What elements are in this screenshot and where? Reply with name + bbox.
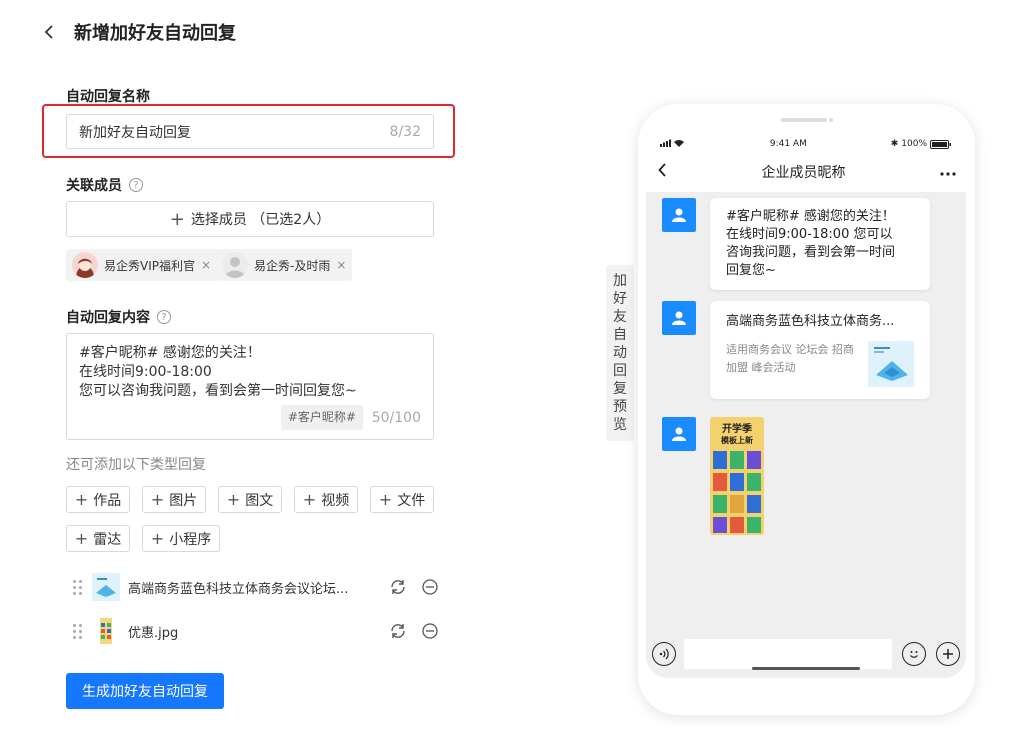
refresh-icon[interactable]	[388, 577, 408, 597]
attachment-name: 高端商务蓝色科技立体商务会议论坛...	[128, 581, 349, 597]
add-article-button[interactable]: + 图文	[218, 486, 282, 513]
add-miniprogram-button[interactable]: + 小程序	[142, 525, 220, 552]
content-counter: 50/100	[371, 410, 421, 426]
remove-icon[interactable]: ×	[336, 258, 346, 272]
add-works-button[interactable]: + 作品	[66, 486, 130, 513]
drag-handle-icon[interactable]	[73, 623, 85, 639]
member-name: 易企秀-及时雨	[254, 258, 331, 273]
avatar	[222, 252, 248, 278]
back-icon[interactable]	[658, 163, 667, 181]
status-time: 9:41 AM	[769, 139, 807, 149]
user-avatar-icon	[662, 301, 696, 335]
remove-icon[interactable]: ×	[201, 258, 211, 272]
add-radar-button[interactable]: + 雷达	[66, 525, 130, 552]
chat-input-bar	[646, 630, 966, 678]
svg-text:模板上新: 模板上新	[721, 435, 753, 445]
text-bubble: #客户昵称# 感谢您的关注！ 在线时间9:00-18:00 您可以 咨询我问题，…	[710, 198, 930, 290]
plus-icon: +	[169, 208, 185, 230]
highlight-box	[42, 104, 455, 158]
emoji-icon[interactable]	[902, 642, 926, 666]
add-icon[interactable]	[936, 642, 960, 666]
help-icon[interactable]: ?	[129, 178, 143, 192]
add-image-button[interactable]: + 图片	[142, 486, 206, 513]
attachment-item: 高端商务蓝色科技立体商务会议论坛...	[70, 572, 440, 602]
more-icon[interactable]	[940, 164, 956, 180]
attachment-thumbnail	[92, 573, 120, 601]
card-thumbnail	[868, 341, 914, 387]
attachment-item: 优惠.jpg	[70, 616, 440, 646]
avatar	[72, 252, 98, 278]
refresh-icon[interactable]	[388, 621, 408, 641]
attachment-thumbnail	[92, 617, 120, 645]
page-header: 新增加好友自动回复	[44, 18, 236, 46]
chat-header: 企业成员昵称	[646, 152, 966, 192]
member-chip: 易企秀VIP福利官 ×	[66, 249, 218, 281]
chat-message: #客户昵称# 感谢您的关注！ 在线时间9:00-18:00 您可以 咨询我问题，…	[662, 198, 930, 290]
svg-text:开学季: 开学季	[722, 422, 753, 435]
poster-image[interactable]: 开学季 模板上新	[710, 417, 764, 535]
phone-preview: 9:41 AM ✱ 100% 企业成员昵称 #客户昵称# 感谢您的关注！ 在线时间…	[638, 104, 975, 715]
select-members-button[interactable]: + 选择成员 （已选2人）	[66, 201, 434, 237]
chat-title: 企业成员昵称	[761, 165, 846, 181]
add-file-button[interactable]: + 文件	[370, 486, 434, 513]
submit-button[interactable]: 生成加好友自动回复	[66, 673, 224, 709]
card-description: 适用商务会议 论坛会 招商加盟 峰会活动	[726, 343, 854, 374]
battery-status: ✱ 100%	[891, 139, 952, 149]
member-name: 易企秀VIP福利官	[104, 258, 195, 273]
chat-input[interactable]	[684, 639, 892, 669]
remove-circle-icon[interactable]	[420, 621, 440, 641]
add-hint: 还可添加以下类型回复	[66, 457, 206, 473]
user-avatar-icon	[662, 417, 696, 451]
content-label: 自动回复内容 ?	[66, 307, 171, 327]
help-icon[interactable]: ?	[157, 310, 171, 324]
drag-handle-icon[interactable]	[73, 579, 85, 595]
attachment-name: 优惠.jpg	[128, 625, 179, 641]
member-chip: 易企秀-及时雨 ×	[216, 249, 353, 281]
voice-icon[interactable]	[652, 642, 676, 666]
chat-message: 高端商务蓝色科技立体商务... 适用商务会议 论坛会 招商加盟 峰会活动	[662, 301, 930, 399]
insert-nickname-tag[interactable]: #客户昵称#	[280, 405, 363, 430]
signal-icon	[660, 139, 686, 150]
user-avatar-icon	[662, 198, 696, 232]
content-textarea[interactable]: #客户昵称# 感谢您的关注！ 在线时间9:00-18:00 您可以咨询我问题，看…	[66, 333, 434, 440]
card-title: 高端商务蓝色科技立体商务...	[726, 314, 895, 329]
remove-circle-icon[interactable]	[420, 577, 440, 597]
status-bar: 9:41 AM ✱ 100%	[646, 136, 966, 152]
page-title: 新增加好友自动回复	[74, 23, 236, 44]
phone-screen: 9:41 AM ✱ 100% 企业成员昵称 #客户昵称# 感谢您的关注！ 在线时间…	[646, 136, 966, 678]
members-label: 关联成员 ?	[66, 175, 143, 195]
link-card[interactable]: 高端商务蓝色科技立体商务... 适用商务会议 论坛会 招商加盟 峰会活动	[710, 301, 930, 399]
back-icon[interactable]	[44, 18, 64, 46]
add-video-button[interactable]: + 视频	[294, 486, 358, 513]
chat-message: 开学季 模板上新	[662, 417, 764, 535]
home-indicator	[752, 667, 860, 670]
name-label: 自动回复名称	[66, 89, 150, 105]
preview-tab[interactable]: 加好友自动回复预览	[606, 265, 634, 441]
